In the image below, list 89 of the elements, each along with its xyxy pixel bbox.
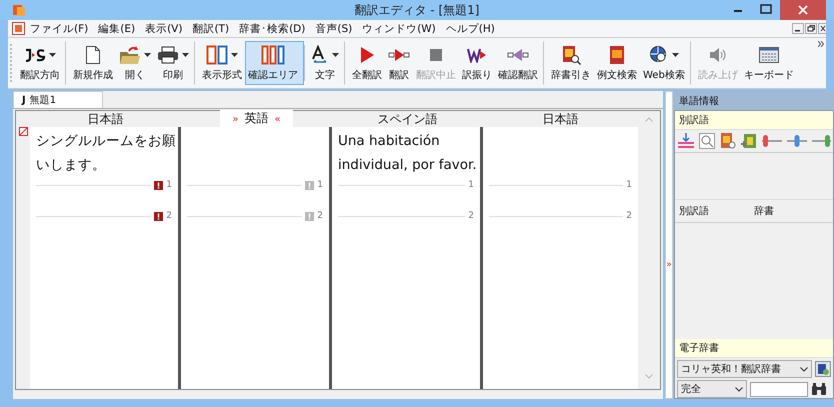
row-number: 2 xyxy=(468,211,474,221)
arrow-icon xyxy=(507,48,529,60)
arrow-icon xyxy=(388,48,410,60)
sentence-text[interactable]: シングルルームをお願 xyxy=(36,129,176,153)
caret-icon xyxy=(800,366,808,372)
exclamation-icon[interactable] xyxy=(154,212,164,220)
column-header[interactable]: » 英語 « xyxy=(220,110,293,128)
sentence-text[interactable]: individual, por favor. xyxy=(338,153,477,177)
caret-icon xyxy=(144,52,151,56)
columns-icon xyxy=(261,44,285,64)
book-icon xyxy=(608,44,626,64)
toolbar-button[interactable]: 例文検索 xyxy=(594,41,640,85)
font-icon xyxy=(311,44,329,64)
window-title: 翻訳エディタ - [無題1] xyxy=(354,2,480,18)
menu-item[interactable]: 編集(E) xyxy=(93,22,140,36)
toolbar-button[interactable]: 翻訳方向 xyxy=(17,41,66,85)
dictionary-icon[interactable] xyxy=(815,361,831,377)
edit-icon[interactable] xyxy=(18,127,28,136)
globe-icon xyxy=(648,44,669,64)
caret-icon xyxy=(735,386,743,392)
row-number: 2 xyxy=(166,211,172,221)
insert-icon[interactable] xyxy=(677,132,695,150)
list-column-header[interactable]: 別訳語 xyxy=(679,204,754,218)
slider-icon[interactable] xyxy=(761,132,783,150)
toolbar-button[interactable]: 辞書引き xyxy=(548,41,594,85)
toolbar-button[interactable]: 確認エリア xyxy=(245,41,304,85)
row-number: 1 xyxy=(468,180,474,190)
close-icon[interactable] xyxy=(818,23,826,34)
restore-icon[interactable] xyxy=(805,23,817,34)
play-icon xyxy=(358,46,376,64)
book-icon[interactable] xyxy=(719,132,737,150)
exclamation-icon[interactable] xyxy=(154,180,164,190)
toolbar-button[interactable]: キーボード xyxy=(740,41,797,85)
document-tab[interactable]: J 無題1 xyxy=(13,91,103,108)
columns-icon xyxy=(206,44,228,64)
slider-icon[interactable] xyxy=(786,132,808,150)
search-icon[interactable] xyxy=(698,132,716,150)
stop-icon xyxy=(430,48,442,60)
letters-icon xyxy=(24,48,46,62)
row-number: 1 xyxy=(626,180,632,190)
book-icon xyxy=(561,44,581,64)
row-number: 1 xyxy=(317,180,323,190)
menu-item[interactable]: ウィンドウ(W) xyxy=(357,22,441,36)
splitter[interactable]: » xyxy=(665,91,673,399)
menu-item[interactable]: 翻訳(T) xyxy=(187,22,234,36)
search-field[interactable] xyxy=(750,382,808,396)
minimize-icon[interactable] xyxy=(792,23,804,34)
toolbar-button[interactable]: 表示形式 xyxy=(199,41,245,85)
letter-icon xyxy=(467,46,487,62)
sentence-text[interactable]: Una habitación xyxy=(338,129,440,153)
section-title: 電子辞書 xyxy=(675,339,833,358)
folder-icon xyxy=(119,44,141,64)
menu-item[interactable]: 音声(S) xyxy=(310,22,358,36)
caret-icon xyxy=(672,52,679,56)
sentence-text[interactable]: いします。 xyxy=(36,153,106,177)
keyboard-icon xyxy=(758,46,779,62)
row-number: 1 xyxy=(166,180,172,190)
slider-icon[interactable] xyxy=(811,132,831,150)
match-dropdown[interactable]: 完全 xyxy=(677,380,747,398)
menu-item[interactable]: 表示(V) xyxy=(140,22,188,36)
panel-title: 単語情報 xyxy=(678,94,720,109)
toolbar-button[interactable]: 文字 xyxy=(308,41,345,85)
menu-item[interactable]: ヘルプ(H) xyxy=(440,22,500,36)
toolbar-button[interactable]: 新規作成 xyxy=(70,41,116,85)
toolbar-button[interactable]: 開く xyxy=(116,41,154,85)
row-number: 2 xyxy=(317,211,323,221)
caret-icon xyxy=(49,52,56,56)
caret-icon xyxy=(332,52,339,56)
section-title: 別訳語 xyxy=(675,111,833,130)
toolbar-button[interactable]: 訳振り xyxy=(459,41,495,85)
list-column-header[interactable]: 辞書 xyxy=(754,204,829,218)
app-icon xyxy=(12,3,26,17)
overflow-icon[interactable] xyxy=(818,41,824,47)
toolbar-button[interactable]: 翻訳 xyxy=(385,41,413,85)
row-number: 2 xyxy=(626,211,632,221)
printer-icon xyxy=(157,46,179,64)
toolbar-button[interactable]: 全翻訳 xyxy=(349,41,385,85)
menu-item[interactable]: ファイル(F) xyxy=(25,22,94,36)
caret-icon xyxy=(182,52,189,56)
document-icon xyxy=(85,44,101,64)
toolbar-button[interactable]: 確認翻訳 xyxy=(495,41,544,85)
menu-item[interactable]: 辞書･検索(D) xyxy=(234,22,310,36)
dictionary-dropdown[interactable]: コリャ英和！翻訳辞書 xyxy=(677,360,812,378)
caret-icon xyxy=(231,52,238,56)
binoculars-icon[interactable] xyxy=(811,382,827,396)
toolbar-button[interactable]: Web検索 xyxy=(640,41,691,85)
speaker-icon xyxy=(708,46,728,62)
book-icon[interactable] xyxy=(740,132,758,150)
toolbar-button[interactable]: 印刷 xyxy=(154,41,195,85)
